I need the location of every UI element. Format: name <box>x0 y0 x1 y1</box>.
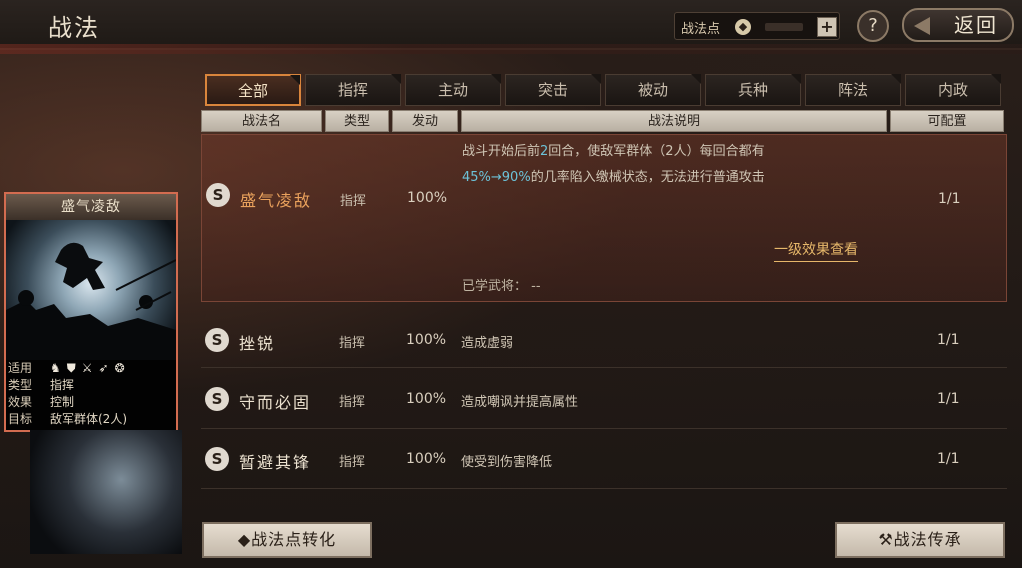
tactic-config: 1/1 <box>937 391 960 407</box>
tactic-card: 盛气凌敌 适用 ♞ ⛊ ⚔ ➶ ❂ 类型 指挥 效果 控制 目标 敌军群体(2人… <box>4 192 178 432</box>
background-card-artwork <box>30 430 182 554</box>
tab-all[interactable]: 全部 <box>205 74 301 106</box>
tactic-description: 造成嘲讽并提高属性 <box>461 395 579 410</box>
back-button-label: 返回 <box>954 13 998 37</box>
tactic-table: S 盛气凌敌 指挥 100% 战斗开始后前2回合，使敌军群体（2人）每回合都有 … <box>201 134 1007 510</box>
grade-s-badge: S <box>205 387 229 411</box>
table-header: 战法名 类型 发动 战法说明 可配置 <box>201 110 1007 132</box>
target-label: 目标 <box>8 412 33 426</box>
tactic-description: 使受到伤害降低 <box>461 455 553 470</box>
tactic-type: 指挥 <box>339 455 366 470</box>
learned-generals: 已学武将： -- <box>462 279 541 294</box>
battle-silhouette-image <box>6 242 176 360</box>
hammer-icon: ⚒ <box>878 530 894 549</box>
tactic-rate: 100% <box>406 391 447 407</box>
shield-icon: ⛊ <box>66 361 76 375</box>
level-effect-link[interactable]: 一级效果查看 <box>774 239 858 262</box>
type-label: 类型 <box>8 378 33 392</box>
tactic-type: 指挥 <box>340 194 367 209</box>
wheel-icon: ❂ <box>114 361 125 375</box>
tab-formation[interactable]: 阵法 <box>805 74 901 106</box>
col-name[interactable]: 战法名 <box>201 110 322 132</box>
tactic-name: 暂避其锋 <box>239 453 312 472</box>
tactic-config: 1/1 <box>937 451 960 467</box>
tactic-name: 守而必固 <box>239 393 312 412</box>
tactic-description: 战斗开始后前2回合，使敌军群体（2人）每回合都有 45%→90%的几率陷入缴械状… <box>462 144 765 185</box>
tactic-points-label: 战法点 <box>681 22 721 37</box>
card-info: 适用 ♞ ⛊ ⚔ ➶ ❂ 类型 指挥 效果 控制 目标 敌军群体(2人) <box>6 360 176 430</box>
grade-s-badge: S <box>205 447 229 471</box>
apply-label: 适用 <box>8 361 33 375</box>
tactic-rate: 100% <box>407 190 448 206</box>
table-row[interactable]: S 守而必固 指挥 100% 造成嘲讽并提高属性 1/1 <box>201 371 1007 429</box>
top-bar-accent <box>0 44 1022 54</box>
crossed-swords-icon: ⚔ <box>81 361 93 375</box>
tactic-type: 指挥 <box>339 336 366 351</box>
convert-points-button[interactable]: ◆战法点转化 <box>202 522 372 558</box>
tactic-config: 1/1 <box>938 191 961 207</box>
tactic-rate: 100% <box>406 332 447 348</box>
tactic-name: 盛气凌敌 <box>240 191 313 210</box>
back-button[interactable]: 返回 <box>902 8 1014 42</box>
card-artwork <box>6 220 176 360</box>
points-icon: ◆ <box>237 530 252 549</box>
help-button[interactable]: ? <box>857 10 889 42</box>
type-value: 指挥 <box>50 378 75 392</box>
cavalry-icon: ♞ <box>50 361 61 375</box>
category-tabs: 全部 指挥 主动 突击 被动 兵种 阵法 内政 <box>205 74 1005 106</box>
col-type[interactable]: 类型 <box>325 110 389 132</box>
grade-s-badge: S <box>205 328 229 352</box>
tab-command[interactable]: 指挥 <box>305 74 401 106</box>
table-row[interactable]: S 暂避其锋 指挥 100% 使受到伤害降低 1/1 <box>201 431 1007 489</box>
tactic-name: 挫锐 <box>239 334 276 353</box>
tactic-points-icon: ◆ <box>735 19 751 35</box>
tactic-config: 1/1 <box>937 332 960 348</box>
grade-s-badge: S <box>206 183 230 207</box>
col-desc: 战法说明 <box>461 110 887 132</box>
tactic-points-box: 战法点 ◆ + <box>674 12 840 40</box>
col-rate[interactable]: 发动 <box>392 110 458 132</box>
tactic-description: 造成虚弱 <box>461 336 514 351</box>
col-config[interactable]: 可配置 <box>890 110 1004 132</box>
table-row[interactable]: S 挫锐 指挥 100% 造成虚弱 1/1 <box>201 312 1007 368</box>
tab-assault[interactable]: 突击 <box>505 74 601 106</box>
target-value: 敌军群体(2人) <box>50 412 127 426</box>
bow-icon: ➶ <box>98 361 109 375</box>
tactic-rate: 100% <box>406 451 447 467</box>
effect-label: 效果 <box>8 395 33 409</box>
tab-active[interactable]: 主动 <box>405 74 501 106</box>
effect-value: 控制 <box>50 395 75 409</box>
tab-passive[interactable]: 被动 <box>605 74 701 106</box>
tab-internal[interactable]: 内政 <box>905 74 1001 106</box>
page-title: 战法 <box>48 14 100 42</box>
tactic-type: 指挥 <box>339 395 366 410</box>
back-arrow-icon <box>914 17 930 35</box>
add-points-button[interactable]: + <box>817 17 837 37</box>
tactic-points-value-field <box>765 23 803 31</box>
inherit-tactic-button[interactable]: ⚒战法传承 <box>835 522 1005 558</box>
tab-troop[interactable]: 兵种 <box>705 74 801 106</box>
table-row-selected[interactable]: S 盛气凌敌 指挥 100% 战斗开始后前2回合，使敌军群体（2人）每回合都有 … <box>201 134 1007 302</box>
card-title: 盛气凌敌 <box>6 194 176 220</box>
